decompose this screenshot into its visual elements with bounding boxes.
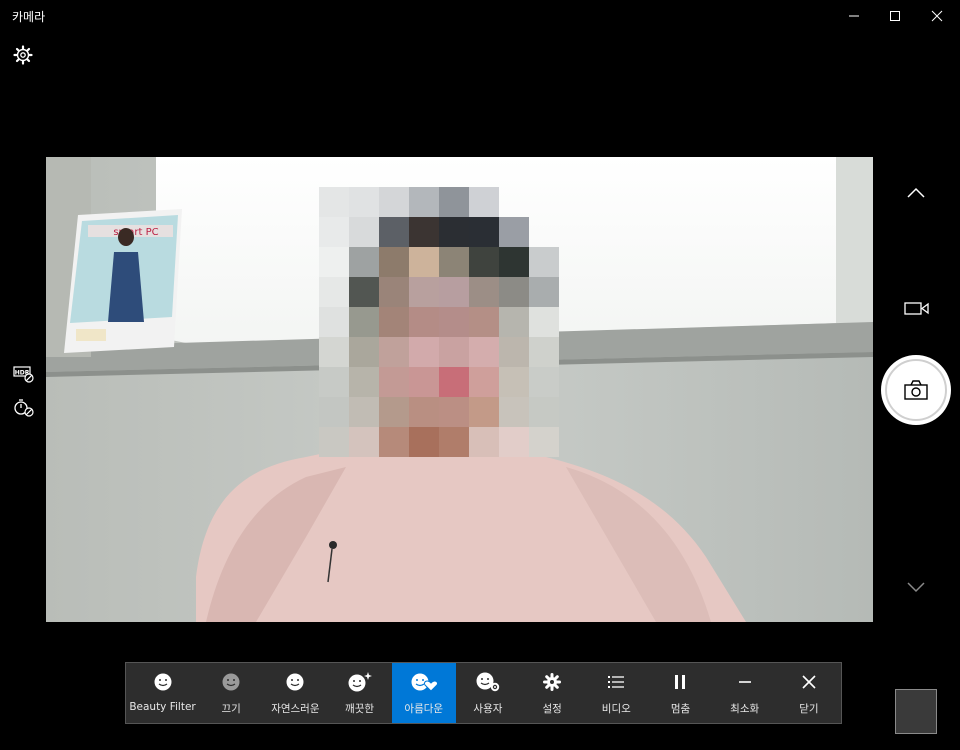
smile-icon bbox=[285, 663, 305, 701]
take-photo-button[interactable] bbox=[881, 355, 951, 425]
close-icon bbox=[931, 10, 943, 22]
filter-off[interactable]: 끄기 bbox=[199, 663, 263, 723]
hdr-off-button[interactable]: HDR bbox=[12, 363, 36, 385]
scroll-down-button[interactable] bbox=[900, 574, 932, 600]
smile-gear-icon bbox=[475, 663, 501, 701]
beauty-filter-toolbar: Beauty Filter 끄기 자연스러운 깨끗한 아름다운 사용자 설정 비… bbox=[125, 662, 842, 724]
filter-label: 최소화 bbox=[730, 703, 760, 715]
scroll-up-button[interactable] bbox=[900, 180, 932, 206]
smile-heart-icon bbox=[410, 663, 438, 701]
camera-feed-image: smart PC bbox=[46, 157, 873, 622]
video-mode-button[interactable] bbox=[900, 296, 934, 320]
filter-custom[interactable]: 사용자 bbox=[456, 663, 520, 723]
filter-beauty-filter[interactable]: Beauty Filter bbox=[126, 663, 199, 723]
filter-label: Beauty Filter bbox=[129, 701, 196, 713]
smile-sparkle-icon bbox=[347, 663, 373, 701]
gear-icon bbox=[13, 45, 33, 65]
filter-label: 비디오 bbox=[601, 703, 631, 715]
close-icon bbox=[801, 663, 817, 701]
filter-clean[interactable]: 깨끗한 bbox=[327, 663, 391, 723]
filter-label: 깨끗한 bbox=[345, 703, 375, 715]
filter-label: 닫기 bbox=[799, 703, 819, 715]
minimize-button[interactable] bbox=[831, 0, 877, 32]
gear-icon bbox=[543, 663, 562, 701]
filter-pause-button[interactable]: 멈춤 bbox=[648, 663, 712, 723]
smile-muted-icon bbox=[221, 663, 241, 701]
filter-label: 아름다운 bbox=[404, 703, 444, 715]
title-bar: 카메라 bbox=[0, 0, 960, 32]
app-title: 카메라 bbox=[12, 10, 46, 24]
minimize-icon bbox=[849, 15, 859, 17]
camera-preview: smart PC bbox=[46, 157, 873, 622]
filter-label: 사용자 bbox=[473, 703, 503, 715]
smile-icon bbox=[153, 663, 173, 701]
pause-icon bbox=[673, 663, 687, 701]
filter-label: 자연스러운 bbox=[271, 703, 320, 715]
filter-beautiful[interactable]: 아름다운 bbox=[391, 663, 456, 723]
close-window-button[interactable] bbox=[914, 0, 960, 32]
filter-label: 멈춤 bbox=[670, 703, 691, 715]
last-capture-thumbnail[interactable] bbox=[895, 689, 937, 734]
list-icon bbox=[607, 663, 625, 701]
timer-off-icon bbox=[14, 399, 34, 417]
filter-label: 설정 bbox=[542, 703, 562, 715]
filter-video-button[interactable]: 비디오 bbox=[584, 663, 648, 723]
filter-label: 끄기 bbox=[221, 703, 241, 715]
maximize-button[interactable] bbox=[872, 0, 918, 32]
maximize-icon bbox=[890, 11, 900, 21]
hdr-off-icon: HDR bbox=[13, 366, 34, 383]
filter-minimize-button[interactable]: 최소화 bbox=[713, 663, 777, 723]
filter-natural[interactable]: 자연스러운 bbox=[263, 663, 327, 723]
chevron-down-icon bbox=[907, 582, 925, 593]
camera-icon bbox=[904, 380, 928, 400]
video-camera-icon bbox=[904, 302, 929, 315]
timer-off-button[interactable] bbox=[12, 396, 36, 418]
settings-button[interactable] bbox=[10, 42, 36, 68]
minimize-icon bbox=[737, 663, 753, 701]
filter-settings-button[interactable]: 설정 bbox=[520, 663, 584, 723]
chevron-up-icon bbox=[907, 187, 925, 198]
filter-close-button[interactable]: 닫기 bbox=[777, 663, 841, 723]
shutter-ring bbox=[885, 359, 947, 421]
